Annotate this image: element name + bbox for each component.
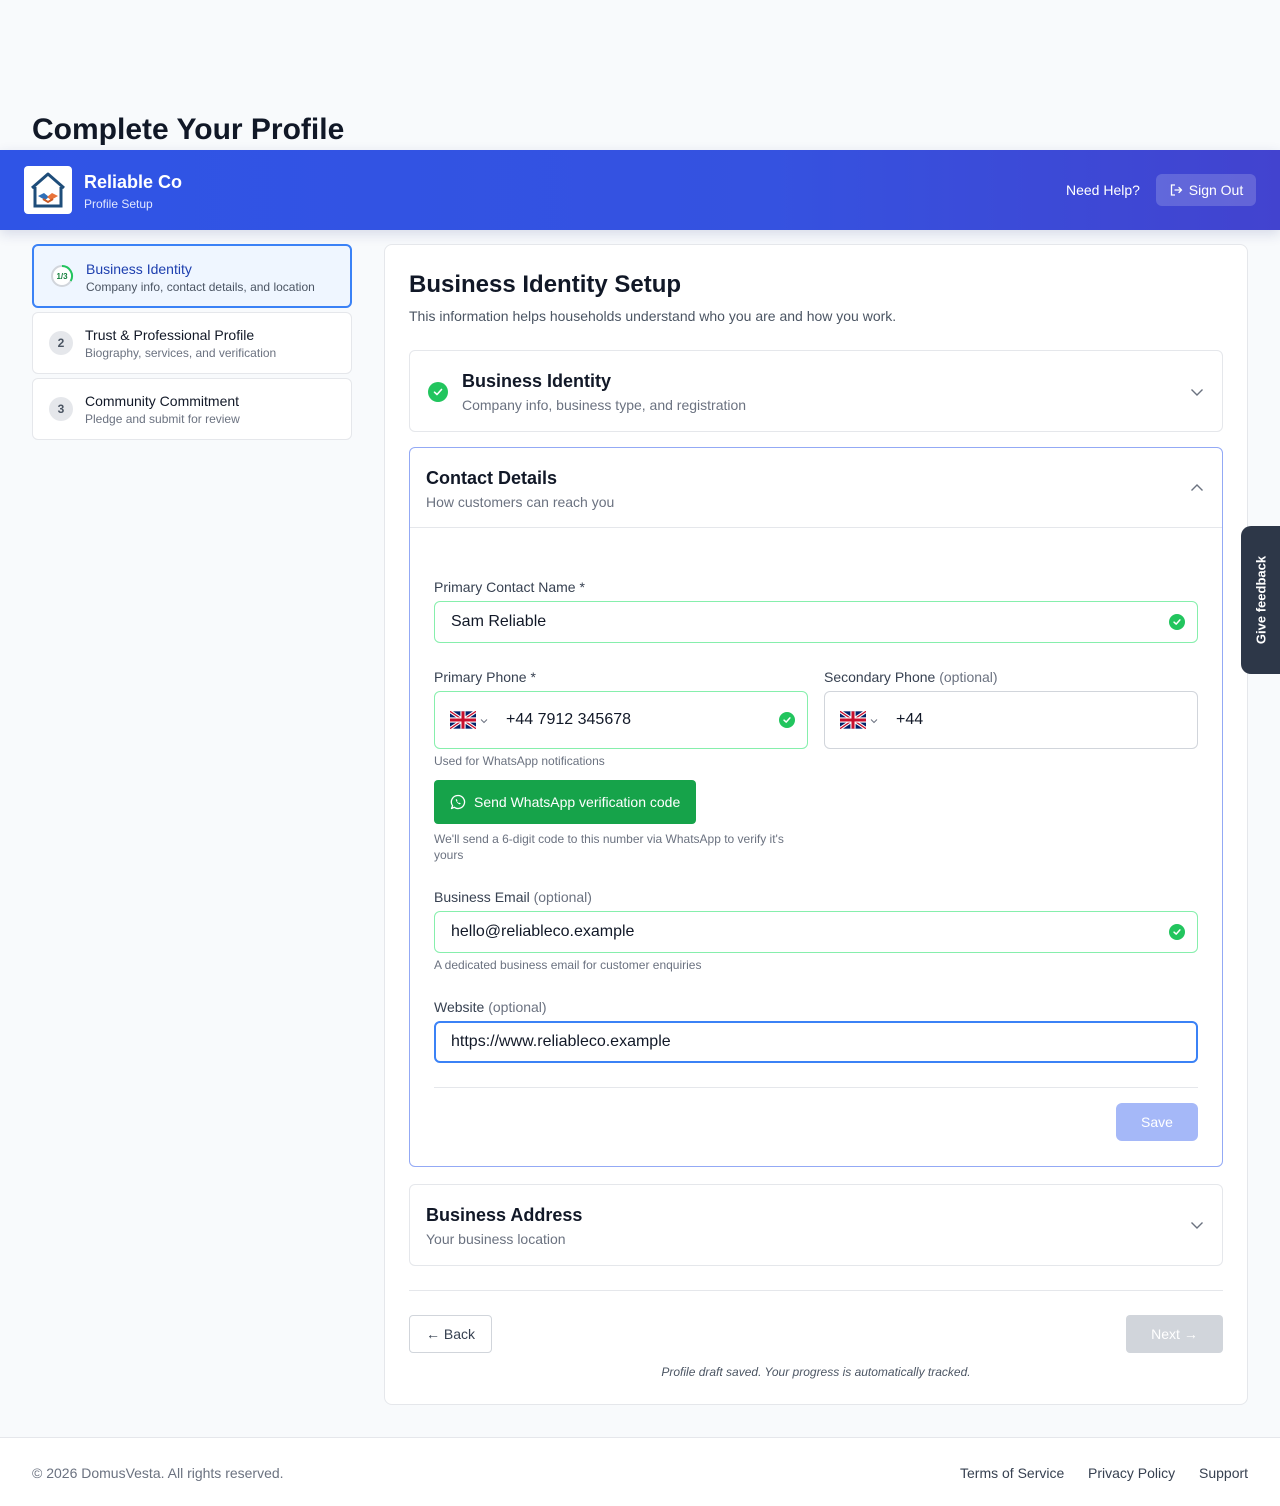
contact-name-input[interactable]: Sam Reliable — [434, 601, 1198, 643]
chevron-up-icon — [1191, 484, 1203, 491]
section-subtitle: Your business location — [426, 1231, 566, 1247]
uk-flag-icon — [840, 711, 866, 729]
step-business-identity[interactable]: 1/3 Business Identity Company info, cont… — [32, 244, 352, 308]
country-select[interactable] — [450, 711, 492, 729]
chevron-down-icon — [1191, 389, 1203, 396]
section-subtitle: How customers can reach you — [426, 494, 615, 510]
main-subtitle: This information helps households unders… — [409, 308, 897, 324]
section-business-address[interactable]: Business Address Your business location — [409, 1184, 1223, 1266]
whatsapp-button-label: Send WhatsApp verification code — [474, 794, 681, 810]
step-trust-profile[interactable]: 2 Trust & Professional Profile Biography… — [32, 312, 352, 374]
section-title: Contact Details — [426, 468, 558, 488]
website-input[interactable]: https://www.reliableco.example — [434, 1021, 1198, 1063]
uk-flag-icon — [450, 711, 476, 729]
website-value: https://www.reliableco.example — [451, 1033, 671, 1050]
brand-name: Reliable Co — [84, 172, 183, 192]
whatsapp-hint: We'll send a 6-digit code to this number… — [434, 832, 784, 862]
primary-phone-hint: Used for WhatsApp notifications — [434, 754, 605, 768]
privacy-link[interactable]: Privacy Policy — [1088, 1465, 1175, 1481]
check-icon — [428, 382, 448, 402]
step-desc: Pledge and submit for review — [85, 412, 240, 426]
sign-out-icon — [1170, 184, 1183, 196]
secondary-phone-input[interactable]: +44 — [824, 691, 1198, 749]
email-hint: A dedicated business email for customer … — [434, 958, 702, 972]
draft-saved-note: Profile draft saved. Your progress is au… — [661, 1365, 971, 1379]
section-title: Business Identity — [462, 371, 612, 391]
sign-out-button[interactable]: Sign Out — [1156, 174, 1256, 206]
chevron-down-icon — [870, 719, 878, 724]
divider — [409, 1290, 1223, 1291]
primary-phone-input[interactable]: +44 7912 345678 — [434, 691, 808, 749]
chevron-down-icon — [1191, 1222, 1203, 1229]
section-business-identity[interactable]: Business Identity Company info, business… — [409, 350, 1223, 432]
brand-subtitle: Profile Setup — [84, 197, 153, 211]
section-contact-details: Contact Details How customers can reach … — [409, 447, 1223, 1167]
email-label: Business Email (optional) — [434, 889, 592, 905]
feedback-label: Give feedback — [1253, 555, 1268, 645]
step-title: Community Commitment — [85, 393, 240, 409]
step-badge: 2 — [49, 331, 73, 355]
give-feedback-tab[interactable]: Give feedback — [1241, 526, 1280, 674]
top-header: Reliable Co Profile Setup Need Help? Sig… — [0, 150, 1280, 230]
footer: © 2026 DomusVesta. All rights reserved. … — [0, 1437, 1280, 1506]
page-title: Complete Your Profile — [32, 113, 345, 146]
contact-name-value: Sam Reliable — [451, 613, 547, 630]
support-link[interactable]: Support — [1199, 1465, 1248, 1481]
divider — [434, 1087, 1198, 1088]
email-value: hello@reliableco.example — [451, 923, 635, 940]
copyright: © 2026 DomusVesta. All rights reserved. — [32, 1465, 284, 1481]
website-label: Website (optional) — [434, 999, 547, 1015]
main-title: Business Identity Setup — [409, 271, 682, 298]
sign-out-label: Sign Out — [1188, 182, 1244, 198]
next-button[interactable]: Next → — [1126, 1315, 1223, 1353]
whatsapp-icon — [450, 794, 466, 810]
chevron-down-icon — [480, 719, 488, 724]
step-desc: Company info, contact details, and locat… — [86, 280, 315, 294]
progress-ring: 1/3 — [50, 264, 74, 288]
check-icon — [1169, 924, 1185, 940]
check-icon — [779, 712, 795, 728]
terms-link[interactable]: Terms of Service — [960, 1465, 1064, 1481]
step-badge: 1/3 — [56, 271, 68, 281]
contact-name-label: Primary Contact Name * — [434, 579, 585, 595]
check-icon — [1169, 614, 1185, 630]
step-community-commitment[interactable]: 3 Community Commitment Pledge and submit… — [32, 378, 352, 440]
secondary-phone-label: Secondary Phone (optional) — [824, 669, 998, 685]
primary-phone-label: Primary Phone * — [434, 669, 536, 685]
need-help-link[interactable]: Need Help? — [1066, 182, 1140, 198]
step-badge: 3 — [49, 397, 73, 421]
section-title: Business Address — [426, 1205, 583, 1225]
save-button[interactable]: Save — [1116, 1103, 1198, 1141]
main-card: Business Identity Setup This information… — [384, 244, 1248, 1405]
back-button[interactable]: ← Back — [409, 1315, 492, 1353]
secondary-phone-value: +44 — [896, 711, 924, 728]
email-input[interactable]: hello@reliableco.example — [434, 911, 1198, 953]
section-subtitle: Company info, business type, and registr… — [462, 397, 747, 413]
step-desc: Biography, services, and verification — [85, 346, 277, 360]
logo-house-handshake-icon — [24, 166, 72, 214]
country-select[interactable] — [840, 711, 882, 729]
step-title: Business Identity — [86, 261, 192, 277]
step-title: Trust & Professional Profile — [85, 327, 255, 343]
primary-phone-value: +44 7912 345678 — [506, 711, 632, 728]
contact-section-header[interactable]: Contact Details How customers can reach … — [410, 448, 1222, 528]
send-whatsapp-code-button[interactable]: Send WhatsApp verification code — [434, 780, 696, 824]
